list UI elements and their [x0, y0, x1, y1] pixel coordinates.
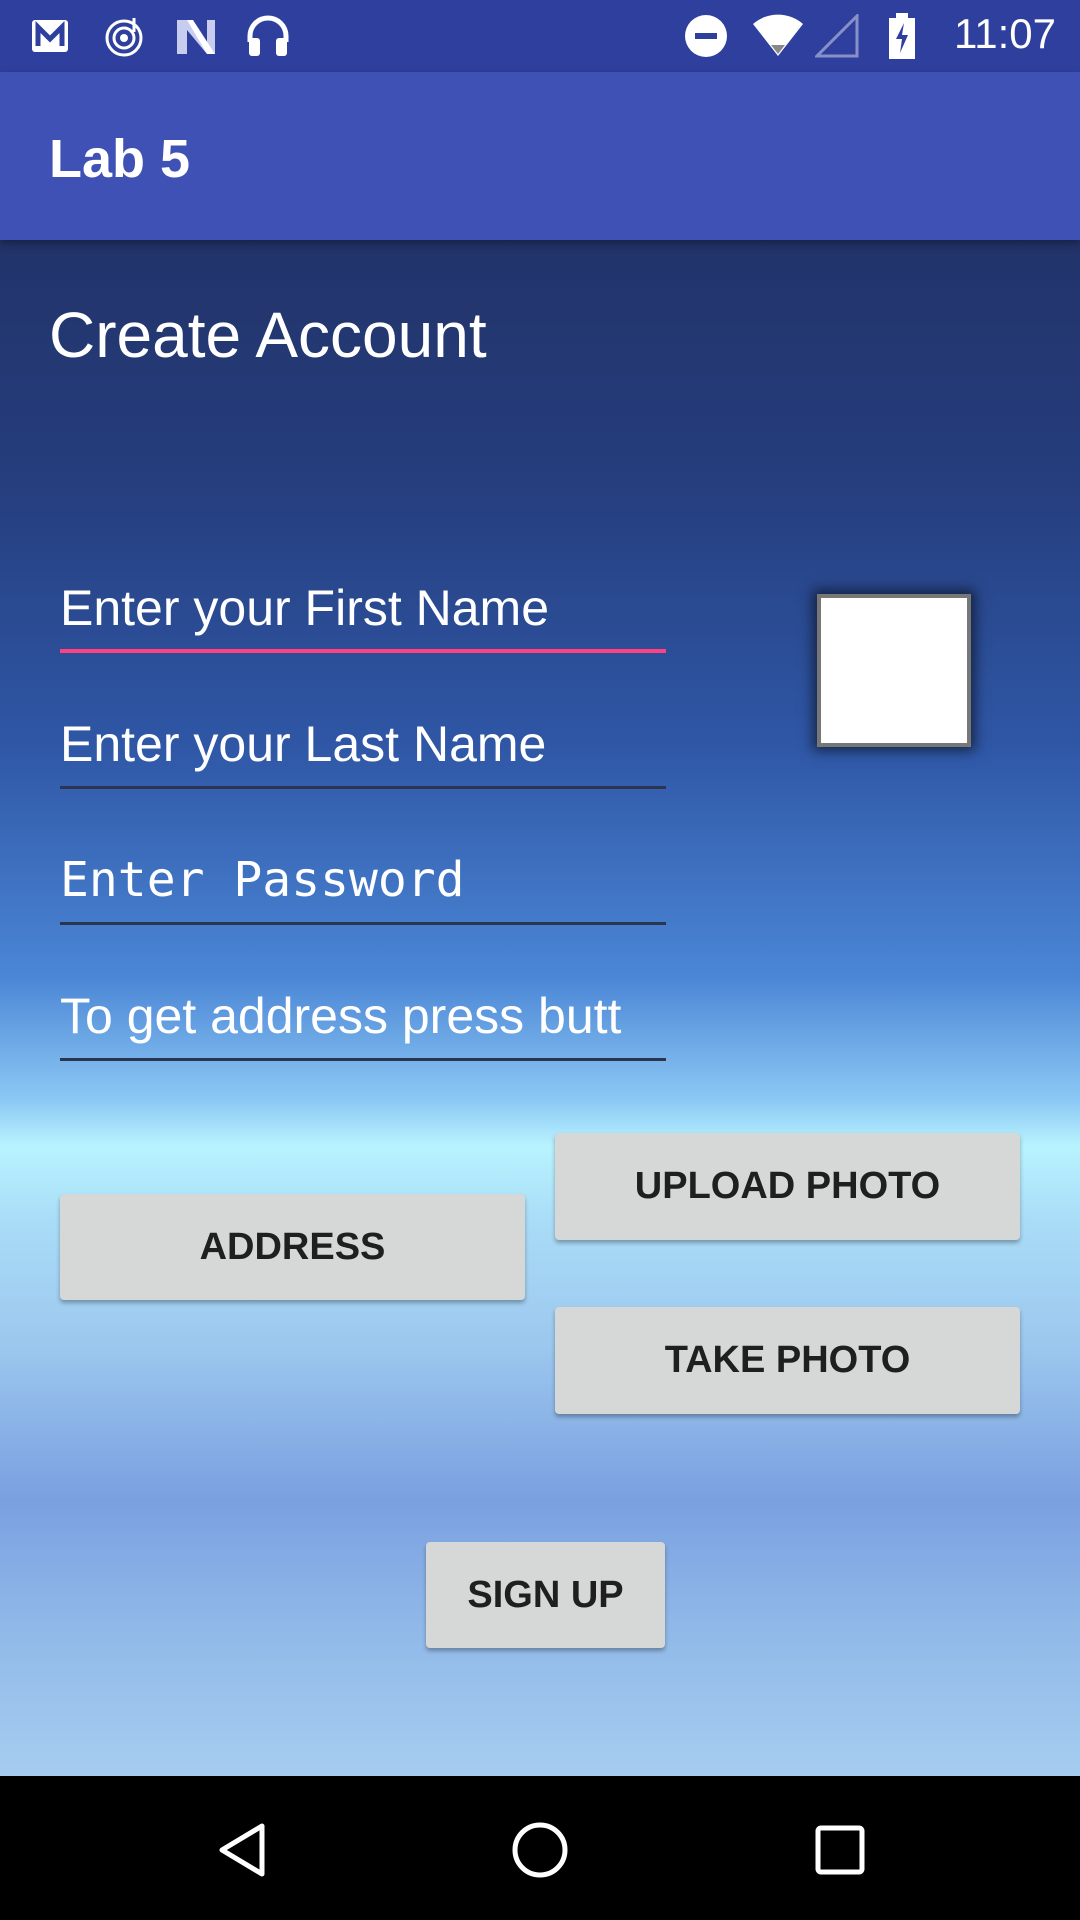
music-icon [104, 14, 148, 58]
page-title: Create Account [49, 299, 487, 371]
gmail-icon [30, 14, 70, 58]
address-input[interactable]: To get address press butt [60, 981, 666, 1061]
take-photo-button[interactable]: TAKE PHOTO [555, 1307, 1020, 1414]
status-bar: 11:07 [0, 0, 1080, 72]
app-bar: Lab 5 [0, 72, 1080, 240]
sign-up-button[interactable]: SIGN UP [426, 1542, 665, 1648]
app-title: Lab 5 [49, 129, 191, 189]
wifi-icon [752, 14, 804, 58]
headphones-icon [246, 14, 290, 58]
home-icon[interactable] [510, 1820, 570, 1880]
back-icon[interactable] [212, 1820, 272, 1880]
create-account-form: Create Account Enter your First Name Ent… [0, 240, 1080, 1776]
profile-photo[interactable] [817, 594, 971, 747]
cell-signal-icon [815, 14, 859, 58]
recents-icon[interactable] [810, 1820, 870, 1880]
upload-photo-button[interactable]: UPLOAD PHOTO [555, 1133, 1020, 1240]
first-name-input[interactable]: Enter your First Name [60, 573, 666, 653]
password-input[interactable]: Enter Password [60, 845, 666, 925]
address-button[interactable]: ADDRESS [60, 1194, 525, 1300]
n-icon [175, 14, 219, 58]
clock: 11:07 [954, 10, 1056, 57]
battery-charging-icon [888, 13, 916, 59]
do-not-disturb-icon [684, 14, 728, 58]
navigation-bar [0, 1776, 1080, 1920]
last-name-input[interactable]: Enter your Last Name [60, 709, 666, 789]
